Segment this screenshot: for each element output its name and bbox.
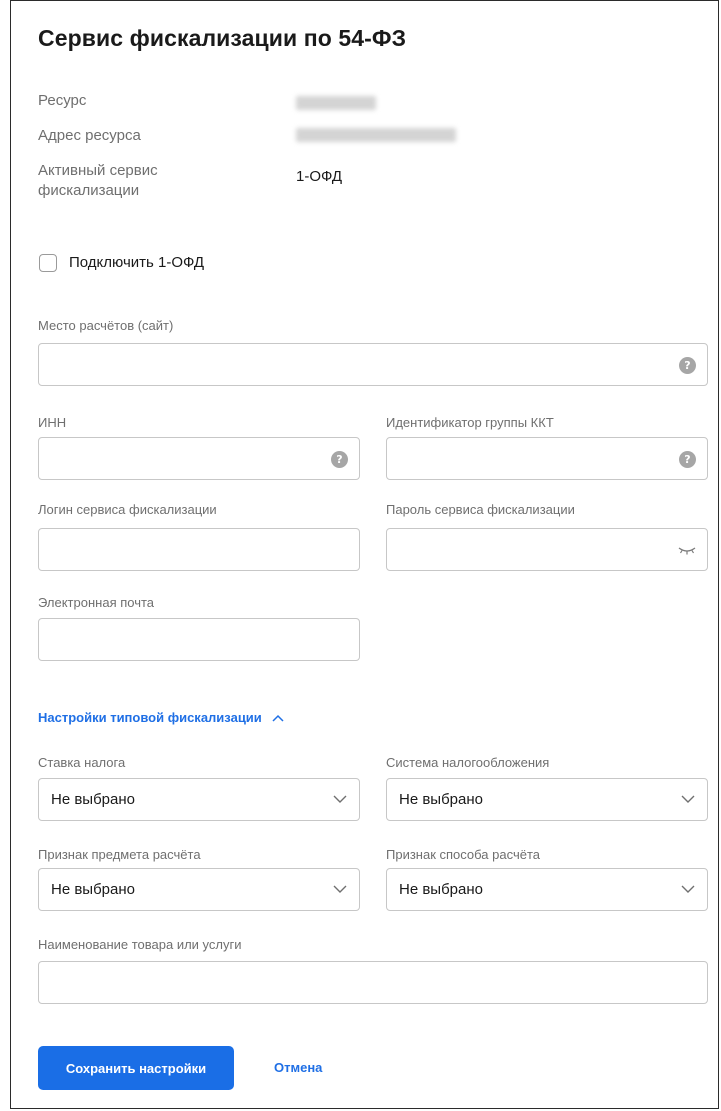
subject-label: Признак предмета расчёта (38, 847, 201, 862)
inn-input[interactable] (39, 438, 319, 479)
resource-address-label: Адрес ресурса (38, 127, 141, 144)
login-label: Логин сервиса фискализации (38, 502, 217, 517)
resource-label: Ресурс (38, 92, 87, 109)
kkt-group-input[interactable] (387, 438, 667, 479)
tax-rate-select[interactable]: Не выбрано (38, 778, 360, 821)
chevron-down-icon (681, 795, 695, 803)
password-input[interactable] (387, 529, 667, 570)
inn-label: ИНН (38, 415, 67, 430)
login-input[interactable] (39, 529, 319, 570)
product-name-label: Наименование товара или услуги (38, 937, 242, 952)
help-icon[interactable]: ? (331, 451, 348, 468)
inn-input-wrapper: ? (38, 437, 360, 480)
help-icon[interactable]: ? (679, 451, 696, 468)
resource-address-value-redacted (296, 128, 456, 142)
login-input-wrapper (38, 528, 360, 571)
method-select[interactable]: Не выбрано (386, 868, 708, 911)
place-input[interactable] (39, 344, 667, 385)
cancel-button[interactable]: Отмена (274, 1060, 322, 1075)
page-title: Сервис фискализации по 54-ФЗ (38, 25, 407, 51)
tax-system-label: Система налогообложения (386, 755, 550, 770)
chevron-up-icon (272, 714, 284, 722)
chevron-down-icon (333, 795, 347, 803)
tax-rate-value: Не выбрано (51, 791, 135, 808)
tax-rate-label: Ставка налога (38, 755, 126, 770)
resource-value-redacted (296, 96, 376, 110)
product-name-input[interactable] (39, 962, 667, 1003)
password-label: Пароль сервиса фискализации (386, 502, 575, 517)
method-value: Не выбрано (399, 881, 483, 898)
active-service-label: Активный сервис фискализации (38, 162, 158, 199)
tax-system-select[interactable]: Не выбрано (386, 778, 708, 821)
method-label: Признак способа расчёта (386, 847, 540, 862)
email-input[interactable] (39, 619, 319, 660)
kkt-group-input-wrapper: ? (386, 437, 708, 480)
eye-closed-icon[interactable] (677, 543, 697, 557)
tax-system-value: Не выбрано (399, 791, 483, 808)
product-name-input-wrapper (38, 961, 708, 1004)
help-icon[interactable]: ? (679, 357, 696, 374)
subject-select[interactable]: Не выбрано (38, 868, 360, 911)
place-label: Место расчётов (сайт) (38, 318, 174, 333)
connect-checkbox-label[interactable]: Подключить 1-ОФД (69, 254, 204, 271)
chevron-down-icon (333, 885, 347, 893)
password-input-wrapper (386, 528, 708, 571)
typical-settings-toggle[interactable]: Настройки типовой фискализации (38, 710, 284, 725)
save-button[interactable]: Сохранить настройки (38, 1046, 234, 1090)
email-input-wrapper (38, 618, 360, 661)
kkt-group-label: Идентификатор группы ККТ (386, 415, 554, 430)
connect-checkbox[interactable] (39, 254, 57, 272)
email-label: Электронная почта (38, 595, 155, 610)
chevron-down-icon (681, 885, 695, 893)
subject-value: Не выбрано (51, 881, 135, 898)
place-input-wrapper: ? (38, 343, 708, 386)
settings-panel: Сервис фискализации по 54-ФЗ Ресурс Адре… (10, 0, 719, 1109)
active-service-value: 1-ОФД (296, 168, 343, 185)
